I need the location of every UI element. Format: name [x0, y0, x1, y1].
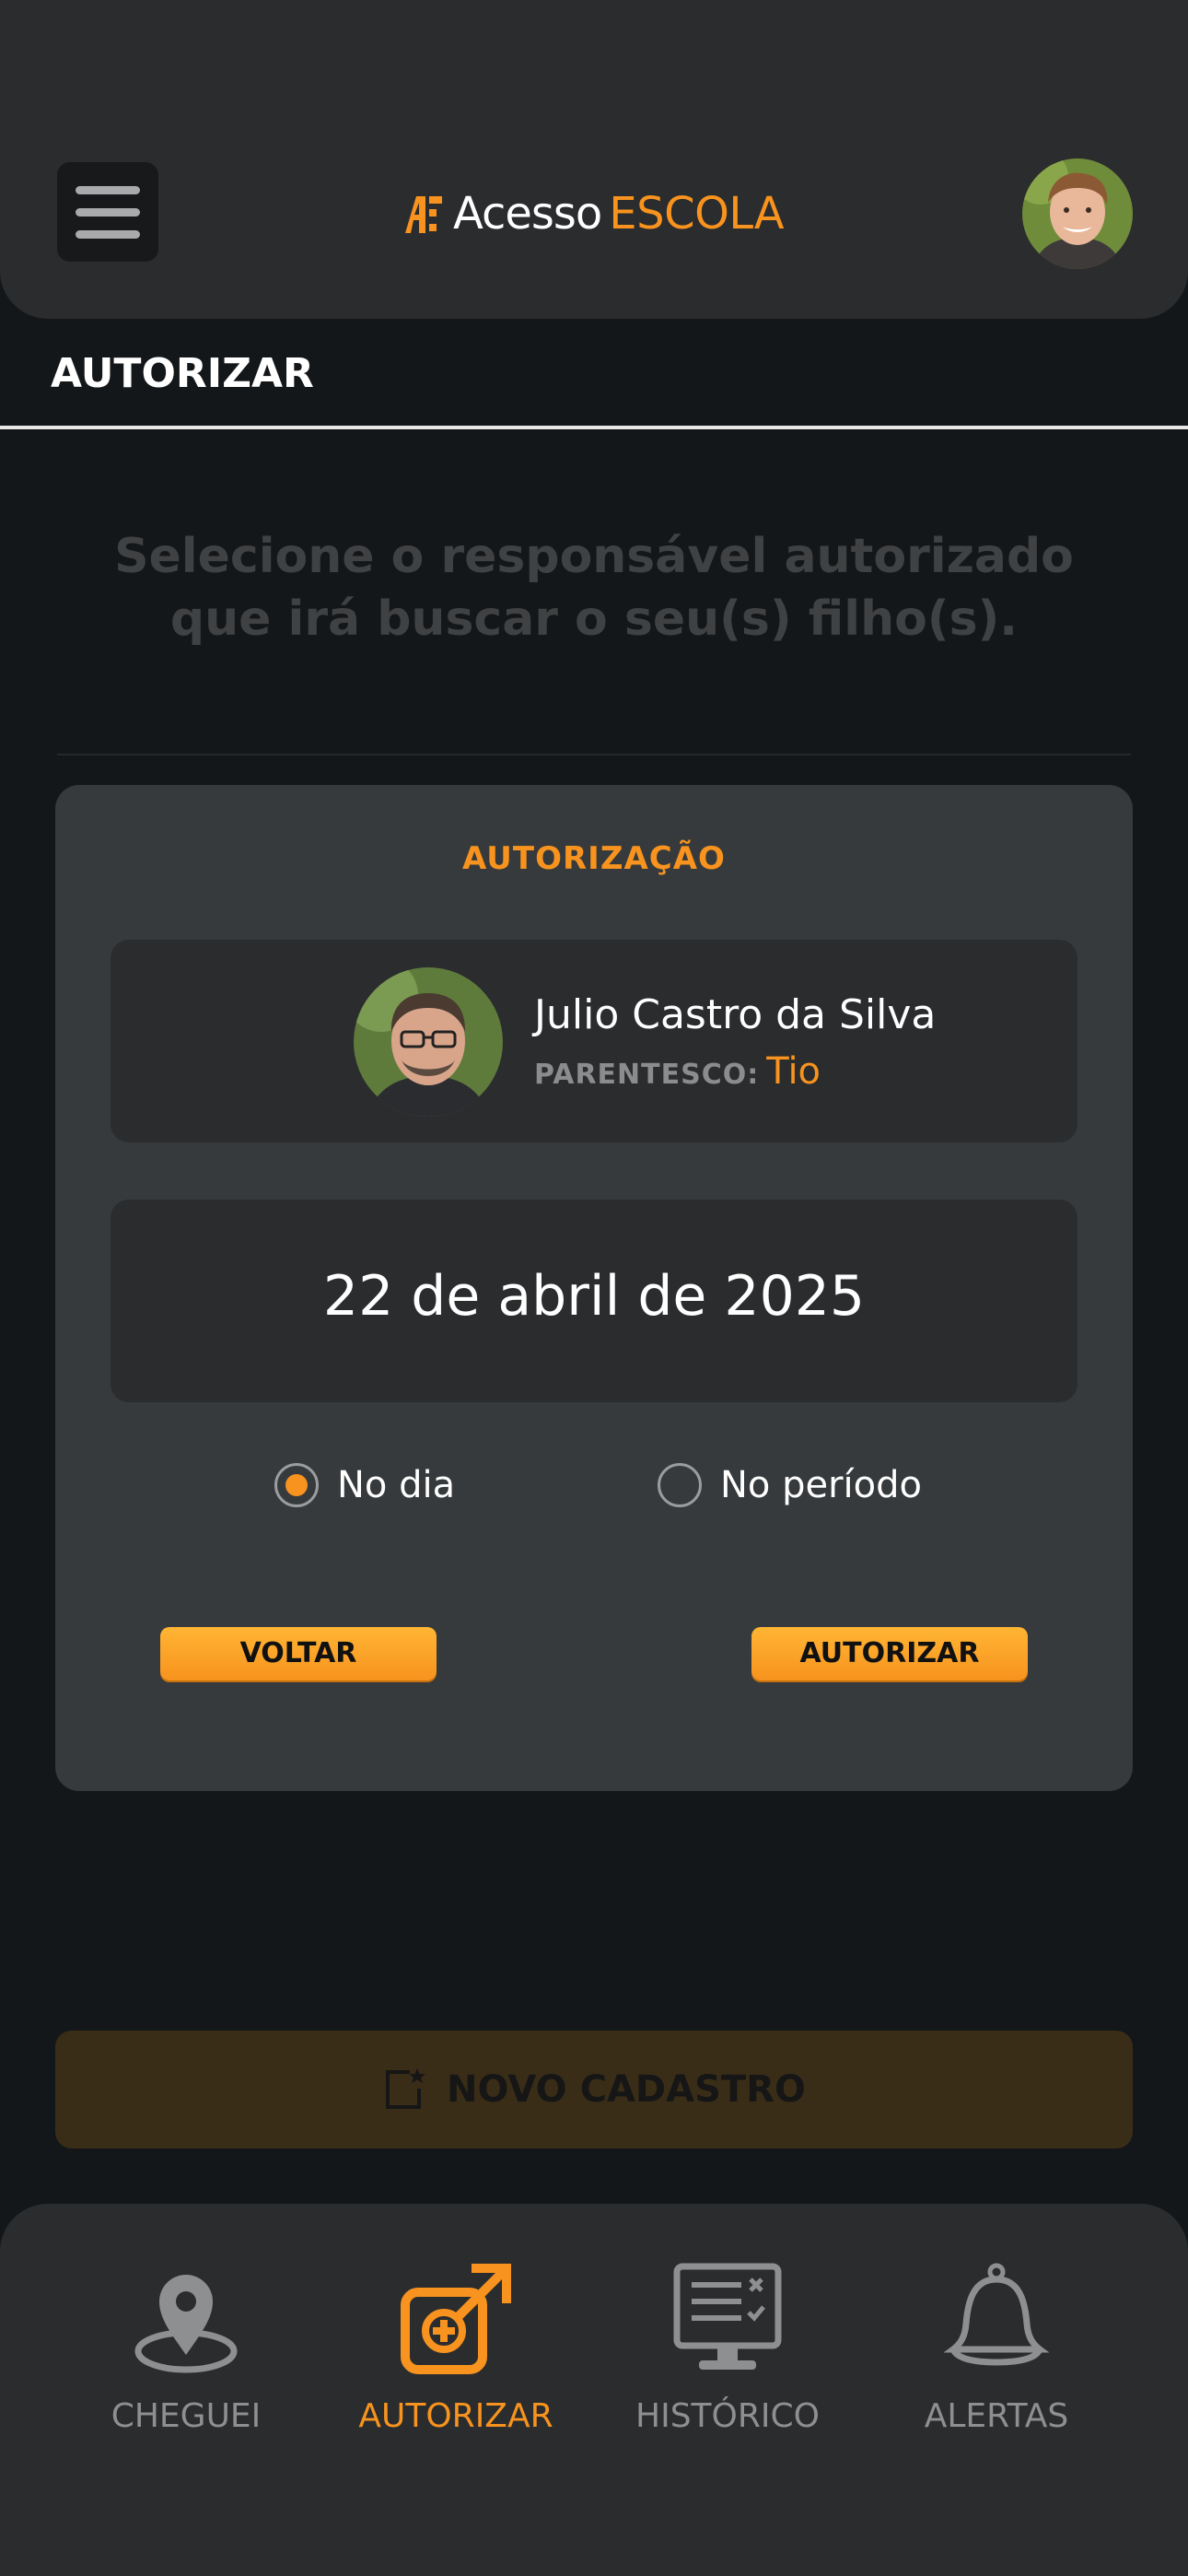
authorization-card: AUTORIZAÇÃO Julio Castro da Silva PARENT… — [55, 785, 1133, 1791]
new-register-icon — [386, 2068, 426, 2109]
radio-no-periodo[interactable]: No período — [658, 1463, 922, 1507]
relationship: PARENTESCO: Tio — [534, 1050, 821, 1093]
user-avatar-image — [1022, 158, 1133, 269]
bottom-tab-bar: CHEGUEI AUTORIZAR HISTÓRICO ALERTAS — [0, 2204, 1188, 2576]
radio-checked-icon — [274, 1463, 319, 1507]
logo-text-escola: ESCOLA — [609, 188, 785, 240]
date-field[interactable]: 22 de abril de 2025 — [111, 1200, 1077, 1402]
authorize-icon — [401, 2264, 511, 2374]
instruction-line-2: que irá buscar o seu(s) filho(s). — [169, 591, 1019, 647]
relationship-label: PARENTESCO: — [534, 1059, 760, 1091]
history-monitor-icon — [673, 2263, 782, 2370]
person-avatar-image — [354, 967, 503, 1117]
hamburger-icon-line — [76, 186, 140, 194]
date-value: 22 de abril de 2025 — [322, 1264, 866, 1329]
person-avatar — [354, 967, 503, 1117]
menu-button[interactable] — [57, 162, 158, 262]
tab-cheguei-label: CHEGUEI — [111, 2397, 262, 2435]
new-register-label: NOVO CADASTRO — [447, 2068, 806, 2111]
new-register-button[interactable]: NOVO CADASTRO — [55, 2031, 1133, 2149]
tab-alertas[interactable]: ALERTAS — [877, 2259, 1116, 2435]
location-pin-icon — [134, 2275, 238, 2373]
instruction-line-1: Selecione o responsável autorizado — [114, 529, 1074, 584]
tab-alertas-label: ALERTAS — [924, 2397, 1069, 2435]
divider — [57, 754, 1131, 755]
app-logo: Acesso ESCOLA — [402, 184, 785, 243]
user-avatar[interactable] — [1022, 158, 1133, 269]
authorized-person: Julio Castro da Silva PARENTESCO: Tio — [111, 940, 1077, 1142]
page-title: AUTORIZAR — [51, 350, 314, 397]
radio-no-periodo-label: No período — [720, 1464, 923, 1506]
relationship-value: Tio — [766, 1050, 821, 1093]
hamburger-icon-line — [76, 208, 140, 217]
app-header: Acesso ESCOLA — [0, 0, 1188, 319]
radio-unchecked-icon — [658, 1463, 702, 1507]
tab-historico[interactable]: HISTÓRICO — [608, 2259, 847, 2435]
back-button[interactable]: VOLTAR — [160, 1627, 437, 1680]
authorize-button[interactable]: AUTORIZAR — [751, 1627, 1028, 1680]
tab-historico-label: HISTÓRICO — [635, 2397, 820, 2435]
title-underline — [0, 426, 1188, 429]
tab-cheguei[interactable]: CHEGUEI — [66, 2259, 306, 2435]
logo-icon — [405, 196, 442, 233]
radio-no-dia[interactable]: No dia — [274, 1463, 455, 1507]
logo-text-acesso: Acesso — [453, 188, 602, 240]
person-name: Julio Castro da Silva — [534, 991, 937, 1038]
tab-autorizar-label: AUTORIZAR — [358, 2397, 553, 2435]
tab-autorizar[interactable]: AUTORIZAR — [336, 2259, 576, 2435]
radio-no-dia-label: No dia — [337, 1464, 456, 1506]
instruction-text: Selecione o responsável autorizado que i… — [111, 525, 1077, 650]
card-title: AUTORIZAÇÃO — [462, 840, 726, 877]
hamburger-icon-line — [76, 230, 140, 239]
bell-icon — [943, 2263, 1050, 2366]
